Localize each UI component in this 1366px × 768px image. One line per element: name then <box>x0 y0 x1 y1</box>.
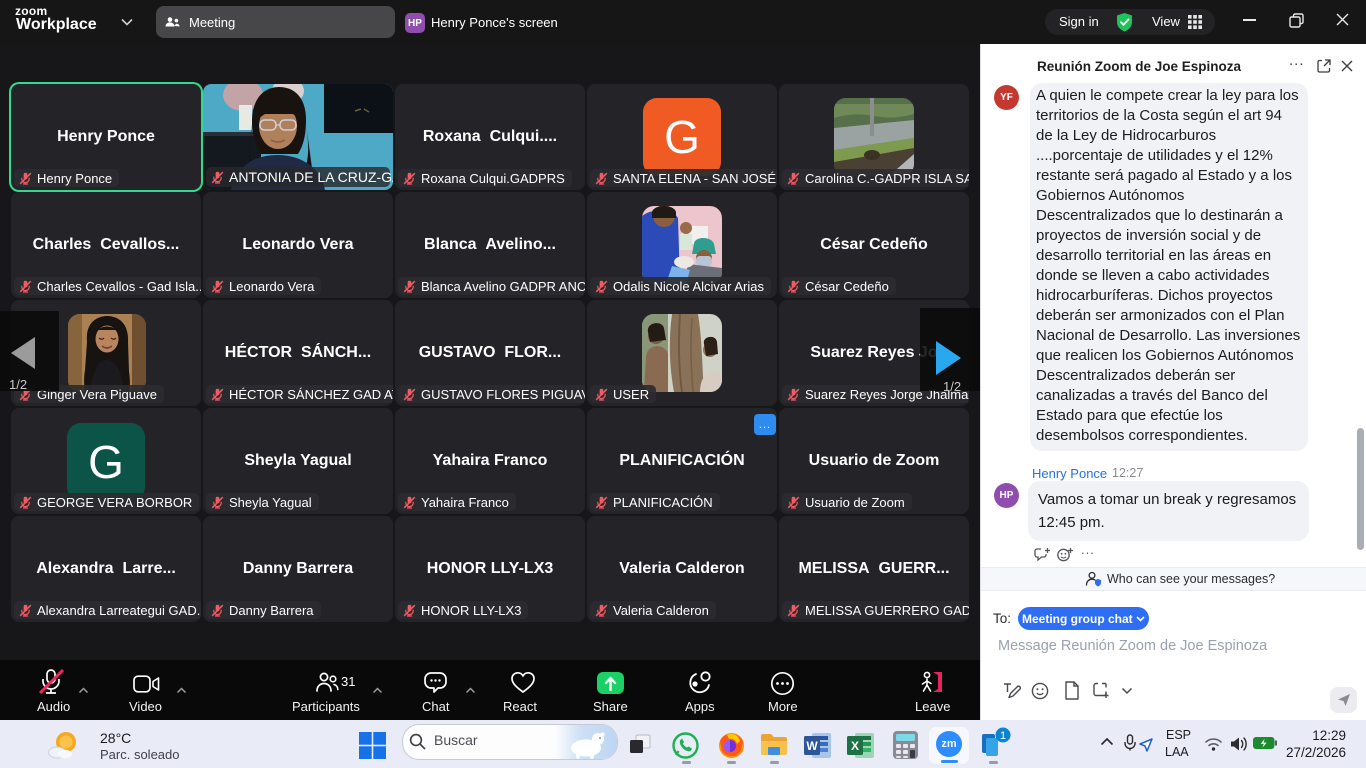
svg-text:W: W <box>806 739 818 753</box>
svg-text:X: X <box>851 739 859 753</box>
svg-text:1: 1 <box>1000 730 1006 742</box>
